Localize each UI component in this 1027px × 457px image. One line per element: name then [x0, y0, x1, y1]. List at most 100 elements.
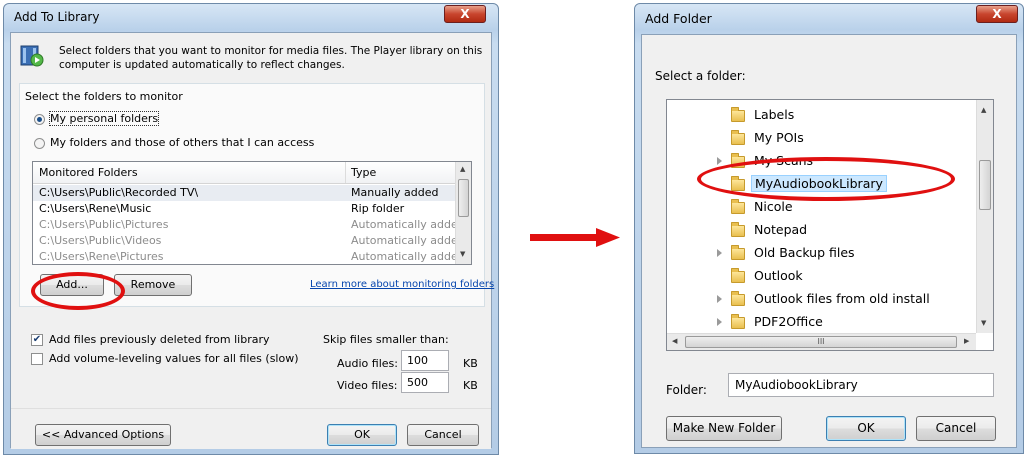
expand-arrow-icon[interactable]: [717, 295, 722, 303]
checkbox-add-deleted-label[interactable]: Add files previously deleted from librar…: [49, 333, 269, 346]
audio-kb-label: KB: [463, 357, 478, 370]
folder-name-input[interactable]: MyAudiobookLibrary: [728, 373, 994, 397]
tree-item[interactable]: Labels: [667, 104, 975, 126]
h-scroll-grip: III: [817, 337, 825, 346]
folder-icon: [731, 291, 745, 306]
folder-path-cell: C:\Users\Rene\Pictures: [39, 250, 164, 263]
media-library-icon: [19, 43, 45, 69]
ok-button[interactable]: OK: [826, 416, 906, 441]
tree-item[interactable]: PDF2Office: [667, 311, 975, 333]
folder-icon: [731, 130, 745, 145]
table-row[interactable]: C:\Users\Rene\Music Rip folder: [33, 201, 455, 217]
tree-item-label: Outlook files from old install: [754, 291, 930, 306]
expand-arrow-icon[interactable]: [717, 157, 722, 165]
scroll-left-arrow-icon[interactable]: ◀: [672, 337, 677, 345]
radio-all-folders[interactable]: [34, 138, 45, 149]
dialog-title: Add Folder: [645, 11, 712, 26]
folder-tree[interactable]: Labels My POIs My Scans MyAudiobookLibrary N…: [666, 99, 994, 351]
add-folder-dialog: Add Folder X Select a folder: Labels My P…: [634, 3, 1024, 454]
title-bar[interactable]: Add To Library X: [4, 4, 498, 32]
video-kb-label: KB: [463, 379, 478, 392]
dialog-client-area: Select folders that you want to monitor …: [10, 32, 494, 449]
skip-files-label: Skip files smaller than:: [323, 333, 449, 346]
folder-icon: [731, 314, 745, 329]
video-files-label: Video files:: [337, 379, 398, 392]
folder-icon: [731, 222, 745, 237]
tree-item[interactable]: My POIs: [667, 127, 975, 149]
folder-path-cell: C:\Users\Public\Pictures: [39, 218, 169, 231]
make-new-folder-button[interactable]: Make New Folder: [666, 416, 782, 441]
select-folder-prompt: Select a folder:: [655, 69, 746, 83]
checkbox-volume-leveling[interactable]: [31, 353, 43, 365]
folder-icon: [731, 107, 745, 122]
title-bar[interactable]: Add Folder X: [635, 4, 1023, 32]
expand-arrow-icon[interactable]: [717, 249, 722, 257]
folder-type-cell: Automatically added: [351, 234, 465, 247]
column-header-folders[interactable]: Monitored Folders: [39, 166, 138, 179]
folder-icon: [731, 245, 745, 260]
tree-horizontal-scrollbar[interactable]: ◀ III ▶: [667, 333, 976, 350]
scroll-up-arrow-icon[interactable]: ▲: [981, 106, 986, 114]
folder-path-cell: C:\Users\Rene\Music: [39, 202, 152, 215]
intro-text: Select folders that you want to monitor …: [59, 45, 483, 71]
folder-type-cell: Automatically added: [351, 250, 465, 263]
monitored-folders-list[interactable]: Monitored Folders Type C:\Users\Public\R…: [32, 161, 472, 265]
dialog-client-area: Select a folder: Labels My POIs My Scans My…: [641, 34, 1017, 448]
audio-files-input[interactable]: 100: [401, 350, 449, 371]
audio-files-label: Audio files:: [337, 357, 398, 370]
close-button[interactable]: X: [976, 5, 1018, 23]
table-row[interactable]: C:\Users\Rene\Pictures Automatically adde…: [33, 249, 465, 264]
tree-item[interactable]: Notepad: [667, 219, 975, 241]
folder-field-label: Folder:: [666, 383, 707, 397]
folder-path-cell: C:\Users\Public\Videos: [39, 234, 162, 247]
expand-arrow-icon[interactable]: [717, 318, 722, 326]
list-vertical-scrollbar[interactable]: ▲ ▼: [455, 162, 471, 264]
highlight-ring-add-button: [31, 272, 125, 310]
remove-button[interactable]: Remove: [114, 274, 192, 296]
ok-button[interactable]: OK: [327, 424, 397, 446]
cancel-button[interactable]: Cancel: [407, 424, 479, 446]
tree-vertical-scrollbar[interactable]: ▲ ▼: [976, 100, 993, 333]
cancel-button[interactable]: Cancel: [916, 416, 996, 441]
scroll-thumb[interactable]: [458, 179, 469, 217]
h-scroll-thumb[interactable]: III: [685, 336, 957, 348]
tree-item-label: PDF2Office: [754, 314, 823, 329]
folder-icon: [731, 268, 745, 283]
scroll-thumb[interactable]: [979, 160, 991, 210]
table-row[interactable]: C:\Users\Public\Videos Automatically adde…: [33, 233, 465, 249]
tree-item[interactable]: Outlook files from old install: [667, 288, 975, 310]
radio-personal-label[interactable]: My personal folders: [48, 111, 160, 126]
radio-personal-folders[interactable]: [34, 114, 45, 125]
video-files-input[interactable]: 500: [401, 372, 449, 393]
tree-item-label: Old Backup files: [754, 245, 855, 260]
scroll-down-arrow-icon[interactable]: ▼: [981, 319, 986, 327]
checkbox-volume-leveling-label[interactable]: Add volume-leveling values for all files…: [49, 352, 299, 365]
arrow-right-icon: [530, 228, 620, 248]
folder-type-cell: Automatically added: [351, 218, 465, 231]
table-row[interactable]: C:\Users\Public\Recorded TV\ Manually add…: [33, 185, 455, 201]
tree-item-label: Nicole: [754, 199, 793, 214]
tree-item-label: Outlook: [754, 268, 803, 283]
scroll-right-arrow-icon[interactable]: ▶: [964, 337, 969, 345]
table-row[interactable]: C:\Users\Public\Pictures Automatically ad…: [33, 217, 465, 233]
checkbox-add-deleted[interactable]: ✔: [31, 334, 43, 346]
close-button[interactable]: X: [444, 5, 486, 23]
scroll-up-arrow-icon[interactable]: ▲: [460, 165, 465, 173]
list-header: Monitored Folders Type: [33, 162, 455, 184]
folder-type-cell: Manually added: [351, 186, 439, 199]
learn-more-link[interactable]: Learn more about monitoring folders: [310, 279, 494, 290]
radio-all-label[interactable]: My folders and those of others that I ca…: [50, 136, 314, 149]
add-to-library-dialog: Add To Library X Select folders that you…: [3, 3, 499, 455]
advanced-options-button[interactable]: << Advanced Options: [35, 424, 171, 446]
tree-item-label: Labels: [754, 107, 795, 122]
group-label: Select the folders to monitor: [25, 90, 183, 103]
tree-item[interactable]: Old Backup files: [667, 242, 975, 264]
folder-icon: [731, 199, 745, 214]
folder-path-cell: C:\Users\Public\Recorded TV\: [39, 186, 199, 199]
highlight-ring-selected-folder: [697, 157, 955, 201]
tree-item-label: Notepad: [754, 222, 808, 237]
scroll-down-arrow-icon[interactable]: ▼: [460, 250, 465, 258]
tree-item[interactable]: Outlook: [667, 265, 975, 287]
column-header-type[interactable]: Type: [351, 166, 376, 179]
folder-type-cell: Rip folder: [351, 202, 405, 215]
